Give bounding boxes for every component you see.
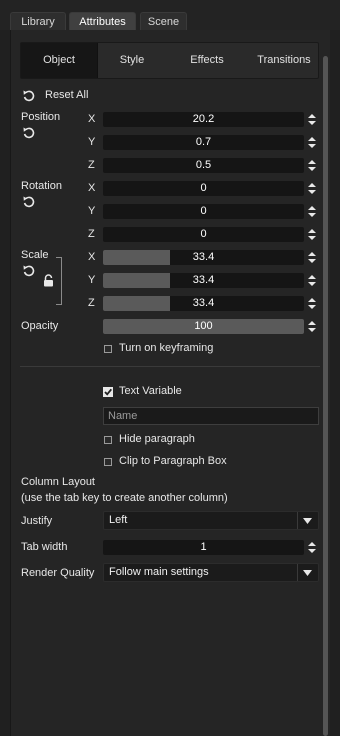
clip-paragraph-label[interactable]: Clip to Paragraph Box [119,455,227,467]
position-z-field[interactable]: 0.5 [103,158,304,173]
scale-y-axis-label: Y [88,274,96,286]
position-z-stepper-icon[interactable] [307,158,317,173]
scale-z-stepper-icon[interactable] [307,296,317,311]
chevron-down-icon [303,570,312,576]
scale-z-value: 33.4 [192,297,215,309]
scale-y-value: 33.4 [192,274,215,286]
opacity-value: 100 [194,320,213,332]
tab-library[interactable]: Library [10,12,66,30]
position-y-stepper-icon[interactable] [307,135,317,150]
text-variable-label[interactable]: Text Variable [119,385,182,397]
subtab-style[interactable]: Style [98,43,166,78]
hide-paragraph-label[interactable]: Hide paragraph [119,433,195,445]
tab-scene[interactable]: Scene [140,12,187,30]
position-y-field[interactable]: 0.7 [103,135,304,150]
inspector-sub-tabs: Object Style Effects Transitions [20,42,319,79]
reset-all-label[interactable]: Reset All [45,89,88,101]
rotation-y-value: 0 [200,205,207,217]
scale-link-bracket [56,257,62,305]
opacity-stepper-icon[interactable] [307,319,317,334]
reset-all-icon[interactable] [22,89,36,103]
name-field-box [103,407,319,425]
scrollbar[interactable] [323,56,328,736]
tab-width-label: Tab width [21,541,68,553]
column-layout-hint: (use the tab key to create another colum… [21,492,228,504]
subtab-object[interactable]: Object [21,43,98,78]
position-z-value: 0.5 [195,159,212,171]
name-input[interactable] [104,408,318,424]
scale-y-stepper-icon[interactable] [307,273,317,288]
position-label: Position [21,111,61,123]
tab-width-value: 1 [200,541,207,553]
position-x-value: 20.2 [192,113,215,125]
justify-value: Left [109,514,128,526]
rotation-z-field[interactable]: 0 [103,227,304,242]
rotation-y-axis-label: Y [88,205,96,217]
scale-y-field[interactable]: 33.4 [103,273,304,288]
render-quality-separator [297,564,298,581]
tab-width-stepper-icon[interactable] [307,540,317,555]
scale-x-axis-label: X [88,251,96,263]
rotation-x-field[interactable]: 0 [103,181,304,196]
position-reset-icon[interactable] [22,126,36,140]
scale-reset-icon[interactable] [22,264,36,278]
render-quality-value: Follow main settings [109,566,209,578]
rotation-z-axis-label: Z [88,228,95,240]
keyframing-label[interactable]: Turn on keyframing [119,342,213,354]
justify-separator [297,512,298,529]
rotation-x-value: 0 [200,182,207,194]
position-y-value: 0.7 [195,136,212,148]
column-layout-title: Column Layout [21,476,95,488]
subtab-effects[interactable]: Effects [166,43,248,78]
clip-paragraph-checkbox[interactable] [104,458,112,466]
scale-z-field[interactable]: 33.4 [103,296,304,311]
rotation-y-stepper-icon[interactable] [307,204,317,219]
scale-x-value: 33.4 [192,251,215,263]
section-divider [20,366,320,367]
hide-paragraph-checkbox[interactable] [104,436,112,444]
tab-attributes[interactable]: Attributes [69,12,136,30]
render-quality-label: Render Quality [21,567,95,579]
rotation-z-stepper-icon[interactable] [307,227,317,242]
position-x-field[interactable]: 20.2 [103,112,304,127]
position-x-axis-label: X [88,113,96,125]
keyframing-checkbox[interactable] [104,345,112,353]
justify-select[interactable]: Left [103,511,319,530]
rotation-label: Rotation [21,180,62,192]
tab-width-field[interactable]: 1 [103,540,304,555]
chevron-down-icon [303,518,312,524]
render-quality-select[interactable]: Follow main settings [103,563,319,582]
scale-label: Scale [21,249,49,261]
scale-x-field[interactable]: 33.4 [103,250,304,265]
opacity-label: Opacity [21,320,59,332]
text-variable-checkbox[interactable] [103,387,113,397]
scale-z-axis-label: Z [88,297,95,309]
top-tab-bar: Library Attributes Scene [0,0,340,30]
position-z-axis-label: Z [88,159,95,171]
position-y-axis-label: Y [88,136,96,148]
position-x-stepper-icon[interactable] [307,112,317,127]
scale-x-stepper-icon[interactable] [307,250,317,265]
rotation-z-value: 0 [200,228,207,240]
opacity-field[interactable]: 100 [103,319,304,334]
rotation-x-axis-label: X [88,182,96,194]
checkmark-icon [104,388,112,396]
rotation-y-field[interactable]: 0 [103,204,304,219]
subtab-transitions[interactable]: Transitions [248,43,320,78]
rotation-reset-icon[interactable] [22,195,36,209]
rotation-x-stepper-icon[interactable] [307,181,317,196]
justify-label: Justify [21,515,53,527]
scale-lock-icon[interactable] [43,274,54,287]
